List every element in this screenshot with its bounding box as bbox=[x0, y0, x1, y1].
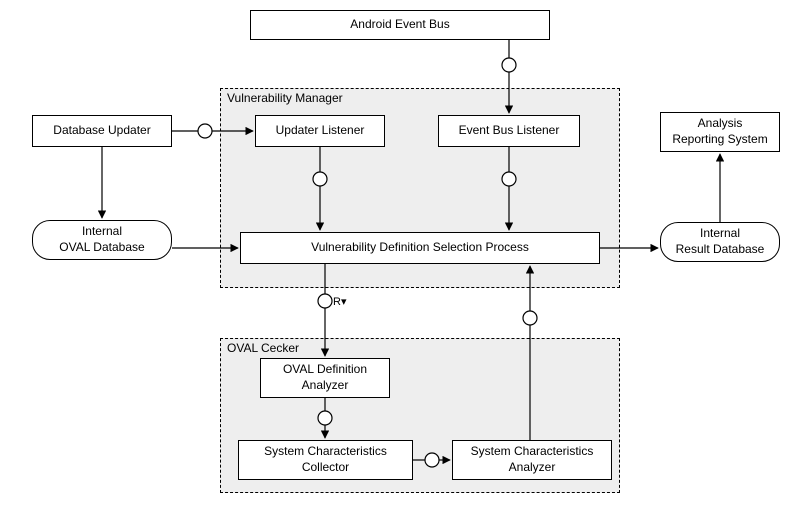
node-database-updater: Database Updater bbox=[32, 115, 172, 147]
node-android-event-bus: Android Event Bus bbox=[250, 10, 550, 40]
node-internal-result-db: Internal Result Database bbox=[660, 222, 780, 262]
node-vuln-def-selection: Vulnerability Definition Selection Proce… bbox=[240, 232, 600, 264]
group-label-oval-checker: OVAL Cecker bbox=[227, 341, 299, 355]
label-rv: R▾ bbox=[333, 295, 346, 308]
node-sys-char-collector: System Characteristics Collector bbox=[238, 440, 413, 480]
node-updater-listener: Updater Listener bbox=[255, 115, 385, 147]
node-event-bus-listener: Event Bus Listener bbox=[438, 115, 580, 147]
group-label-vuln-manager: Vulnerability Manager bbox=[227, 91, 343, 105]
node-oval-def-analyzer: OVAL Definition Analyzer bbox=[260, 358, 390, 398]
node-sys-char-analyzer: System Characteristics Analyzer bbox=[452, 440, 612, 480]
node-internal-oval-db: Internal OVAL Database bbox=[32, 220, 172, 260]
node-analysis-reporting: Analysis Reporting System bbox=[660, 112, 780, 152]
